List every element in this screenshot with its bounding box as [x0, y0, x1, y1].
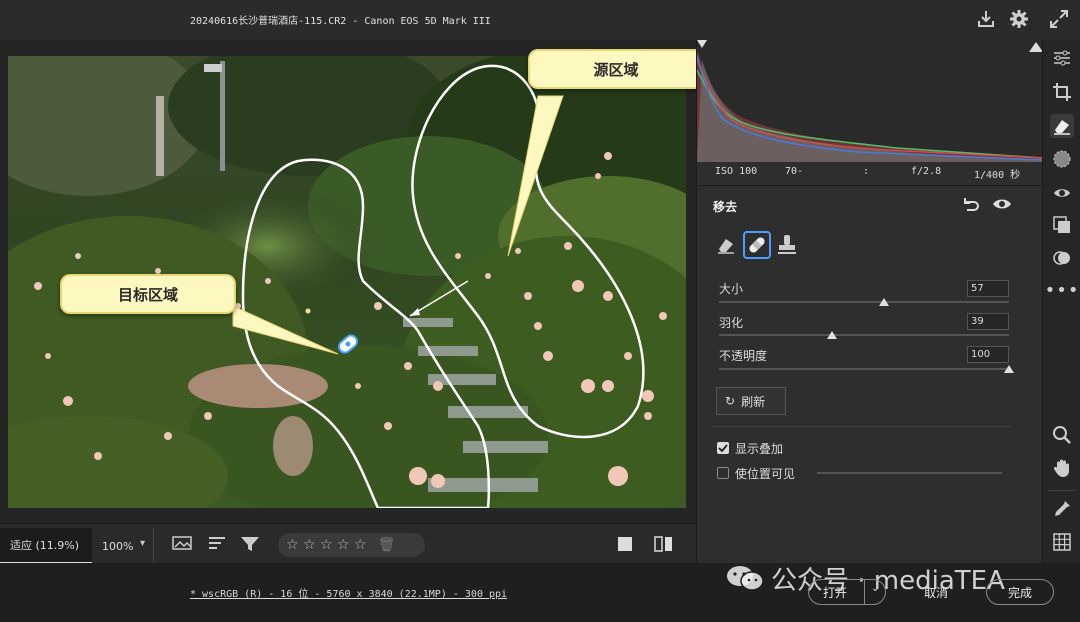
- single-view-icon[interactable]: [618, 537, 632, 551]
- save-icon[interactable]: [975, 8, 997, 30]
- trash-icon[interactable]: 🗑: [378, 537, 396, 553]
- exif-aperture: f/2.8: [911, 166, 942, 177]
- filmstrip-icon[interactable]: [172, 535, 194, 553]
- done-button[interactable]: 完成: [986, 579, 1054, 605]
- snapshots-icon[interactable]: [1050, 246, 1074, 270]
- image-canvas[interactable]: 源区域 目标区域: [0, 40, 704, 523]
- presets-icon[interactable]: [1050, 213, 1074, 237]
- title-bar: 20240616长沙普瑞酒店-115.CR2 - Canon EOS 5D Ma…: [0, 0, 1080, 40]
- cancel-button[interactable]: 取消: [924, 584, 948, 601]
- bottom-toolbar: 适应 (11.9%) 100% ▾ ☆ ☆ ☆ ☆ ☆ 🗑: [0, 523, 696, 564]
- visualize-spots-checkbox[interactable]: [717, 467, 729, 479]
- open-button[interactable]: 打开 ⌄: [808, 579, 886, 605]
- file-info-link[interactable]: * wscRGB (R) - 16 位 - 5760 x 3840 (22.1M…: [190, 585, 507, 600]
- rating-stars[interactable]: ☆ ☆ ☆ ☆ ☆ 🗑: [278, 533, 425, 557]
- exif-info: ISO 100 70- : f/2.8 1/400 秒: [697, 162, 1043, 184]
- open-label: 打开: [823, 585, 848, 600]
- size-value-input[interactable]: 57: [967, 280, 1009, 297]
- exif-focal: 70-: [785, 166, 804, 177]
- visualize-spots-slider[interactable]: [817, 472, 1002, 474]
- heal-tool-button[interactable]: [743, 231, 771, 259]
- exif-sep: :: [863, 166, 870, 177]
- refresh-label: 刷新: [741, 394, 766, 409]
- more-icon[interactable]: •••: [1045, 278, 1079, 302]
- watermark-text: 公众号 · mediaTEA: [771, 565, 1005, 596]
- window-title: 20240616长沙普瑞酒店-115.CR2 - Canon EOS 5D Ma…: [190, 16, 491, 27]
- feather-slider-thumb[interactable]: [827, 331, 838, 339]
- remove-panel-title: 移去: [713, 200, 738, 214]
- opacity-value-input[interactable]: 100: [967, 346, 1009, 363]
- chevron-down-icon[interactable]: ▾: [140, 538, 145, 549]
- eraser-icon[interactable]: [1050, 114, 1074, 138]
- histogram: [696, 40, 1044, 162]
- zoom-icon[interactable]: [1050, 423, 1074, 447]
- zoom-fit-button[interactable]: 适应 (11.9%): [0, 528, 92, 564]
- show-overlay-label: 显示叠加: [735, 442, 784, 456]
- tool-rail: •••: [1042, 40, 1080, 563]
- compare-view-icon[interactable]: [654, 535, 674, 553]
- filter-icon[interactable]: [240, 535, 262, 553]
- refresh-icon: ↻: [725, 394, 736, 408]
- size-slider-track[interactable]: [719, 301, 1009, 303]
- exif-iso: ISO 100: [715, 166, 758, 177]
- expand-icon[interactable]: [1048, 8, 1070, 30]
- edit-panel: ISO 100 70- : f/2.8 1/400 秒 移去 大小 57 羽化 …: [696, 40, 1044, 563]
- opacity-label: 不透明度: [719, 349, 768, 363]
- show-overlay-checkbox[interactable]: [717, 442, 729, 454]
- visualize-spots-label: 使位置可见: [735, 467, 796, 481]
- exif-shutter: 1/400 秒: [974, 170, 1021, 181]
- feather-value-input[interactable]: 39: [967, 313, 1009, 330]
- target-callout: 目标区域: [60, 274, 236, 314]
- source-callout: 源区域: [528, 49, 704, 89]
- size-slider-thumb[interactable]: [879, 298, 890, 306]
- undo-icon[interactable]: [961, 195, 981, 213]
- color-sampler-icon[interactable]: [1050, 497, 1074, 521]
- edit-sliders-icon[interactable]: [1050, 46, 1074, 70]
- hand-icon[interactable]: [1050, 456, 1074, 480]
- clone-stamp-icon[interactable]: [776, 233, 798, 257]
- eraser-tool-icon[interactable]: [715, 234, 737, 256]
- rating-stars-text[interactable]: ☆ ☆ ☆ ☆ ☆: [286, 537, 367, 553]
- gear-icon[interactable]: [1008, 8, 1030, 30]
- feather-slider-track[interactable]: [719, 334, 1009, 336]
- chevron-down-icon[interactable]: ⌄: [871, 583, 879, 594]
- bandage-icon: [749, 237, 765, 253]
- opacity-slider-thumb[interactable]: [1004, 365, 1014, 373]
- mask-icon[interactable]: [1050, 147, 1074, 171]
- redeye-icon[interactable]: [1050, 181, 1074, 205]
- size-label: 大小: [719, 282, 744, 296]
- wechat-icon: [727, 566, 764, 591]
- grid-icon[interactable]: [1050, 530, 1074, 554]
- opacity-slider-track[interactable]: [719, 368, 1009, 370]
- status-bar: * wscRGB (R) - 16 位 - 5760 x 3840 (22.1M…: [0, 563, 1080, 622]
- eye-icon[interactable]: [992, 196, 1012, 212]
- refresh-button[interactable]: ↻ 刷新: [716, 387, 786, 415]
- crop-icon[interactable]: [1050, 80, 1074, 104]
- sort-icon[interactable]: [207, 535, 229, 553]
- feather-label: 羽化: [719, 316, 744, 330]
